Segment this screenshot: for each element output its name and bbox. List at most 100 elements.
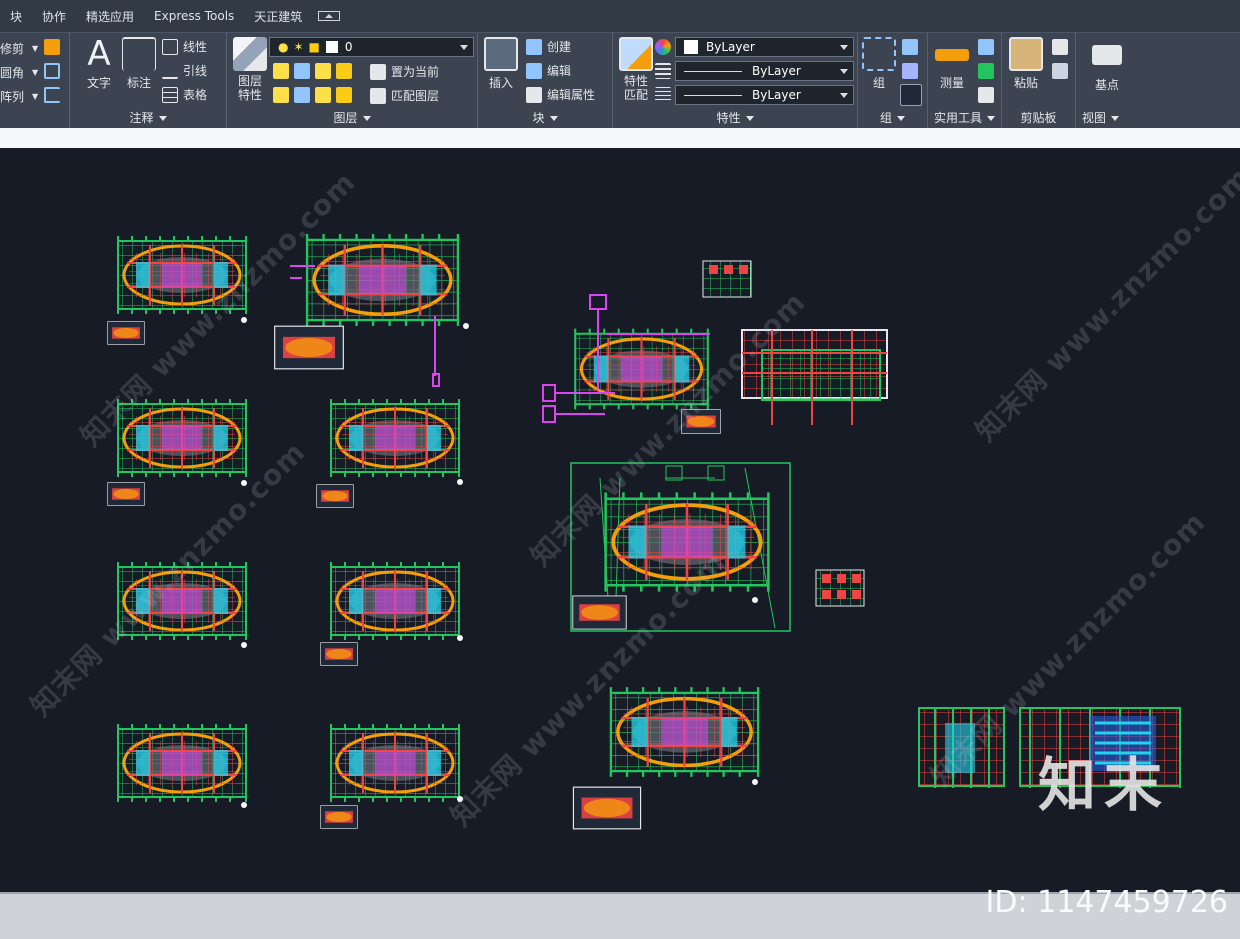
group-selection-icon[interactable]	[900, 84, 922, 106]
layer-isolate-icon[interactable]	[294, 63, 310, 79]
block-panel: 插入 创建 编辑 编辑属性 块	[478, 33, 613, 129]
floor-plan-4[interactable]	[329, 397, 461, 479]
clipboard-icon	[1009, 37, 1043, 71]
measure-button[interactable]: 测量	[932, 37, 972, 91]
layer-freeze-icon[interactable]	[315, 63, 331, 79]
floor-plan-2[interactable]	[305, 232, 460, 328]
color-value: ByLayer	[706, 40, 755, 54]
ungroup-icon[interactable]	[902, 39, 918, 55]
panel-expand-icon	[1111, 116, 1120, 121]
copy-icon[interactable]	[1052, 39, 1068, 55]
lower-plan[interactable]	[572, 686, 760, 830]
set-current-button[interactable]: 置为当前	[370, 63, 439, 80]
insert-button[interactable]: 插入	[482, 37, 520, 91]
block-panel-title[interactable]: 块	[478, 109, 612, 125]
layer-properties-button[interactable]: 图层 特性	[231, 37, 269, 102]
text-button[interactable]: A 文字	[80, 37, 118, 91]
tab-featured-apps[interactable]: 精选应用	[76, 8, 144, 25]
trim-button[interactable]: 修剪 ▼	[0, 40, 38, 57]
layers-panel-title[interactable]: 图层	[227, 109, 477, 125]
match-properties-button[interactable]: 特性 匹配	[617, 37, 655, 102]
floor-plan-6[interactable]	[329, 560, 461, 642]
group-edit-icon[interactable]	[902, 63, 918, 79]
layer-dropdown[interactable]: ● ✶ ■ 0	[269, 37, 474, 57]
tiny-grid-sheet-1[interactable]	[702, 260, 752, 298]
dropdown-icon[interactable]: ▼	[32, 92, 38, 101]
tab-tianzheng-architecture[interactable]: 天正建筑	[244, 8, 312, 25]
layer-off-icon[interactable]	[273, 63, 289, 79]
groups-panel-title[interactable]: 组	[858, 109, 927, 125]
quick-select-icon[interactable]	[978, 63, 994, 79]
array-button[interactable]: 阵列 ▼	[0, 88, 38, 105]
dropdown-icon[interactable]: ▼	[32, 44, 38, 53]
edit-attributes-icon	[526, 86, 542, 103]
thumbnail-5[interactable]	[320, 642, 358, 666]
edit-attributes-button[interactable]: 编辑属性	[526, 86, 595, 103]
layer-unisolate-icon[interactable]	[294, 87, 310, 103]
layer-thaw-icon[interactable]	[315, 87, 331, 103]
group-label: 组	[872, 76, 885, 90]
tiny-grid-sheet-2[interactable]	[815, 569, 865, 607]
color-dropdown[interactable]: ByLayer	[675, 37, 854, 57]
thumbnail-6[interactable]	[320, 805, 358, 829]
linetype-dropdown[interactable]: ByLayer	[675, 61, 854, 81]
ribbon-minimize-icon[interactable]	[318, 11, 341, 21]
layer-lock-icon[interactable]	[336, 63, 352, 79]
cursor-icon[interactable]	[978, 39, 994, 55]
text-label: 文字	[86, 76, 111, 90]
set-current-icon	[370, 63, 386, 80]
pencil-icon[interactable]	[44, 39, 60, 55]
trim-label: 修剪	[0, 42, 25, 56]
tab-block[interactable]: 块	[0, 8, 32, 25]
floor-plan-8[interactable]	[329, 722, 461, 804]
calculator-icon[interactable]	[978, 87, 994, 103]
ribbon-tab-bar: 块 协作 精选应用 Express Tools 天正建筑	[0, 0, 1240, 32]
dropdown-icon[interactable]: ▼	[32, 68, 38, 77]
thumbnail-3[interactable]	[107, 482, 145, 506]
linear-icon	[162, 38, 178, 55]
tab-express-tools[interactable]: Express Tools	[144, 9, 244, 23]
create-block-button[interactable]: 创建	[526, 38, 571, 55]
dimension-button[interactable]: 标注	[120, 37, 158, 91]
base-point-button[interactable]: 基点	[1084, 37, 1130, 93]
offset-icon[interactable]	[44, 87, 60, 103]
cad-drawing-canvas[interactable]: 知末网 www.znzmo.com 知末网 www.znzmo.com 知末网 …	[0, 148, 1240, 892]
dropdown-icon	[460, 45, 468, 50]
table-button[interactable]: 表格	[162, 86, 207, 103]
create-block-icon	[526, 38, 542, 55]
dimension-label: 标注	[126, 76, 151, 90]
utilities-panel-title[interactable]: 实用工具	[928, 109, 1001, 125]
lineweight-icon[interactable]	[655, 87, 671, 103]
clipboard-panel: 粘贴 剪贴板	[1002, 33, 1076, 129]
thumbnail-2[interactable]	[274, 325, 344, 370]
drawing-tab-strip	[0, 128, 1240, 148]
leader-button[interactable]: 引线	[162, 62, 207, 79]
layer-tools-row-2	[273, 87, 357, 103]
match-layer-button[interactable]: 匹配图层	[370, 87, 439, 104]
properties-panel-title[interactable]: 特性	[613, 109, 857, 125]
linetype-icon[interactable]	[655, 63, 671, 79]
thumbnail-1[interactable]	[107, 321, 145, 345]
view-panel-title[interactable]: 视图	[1076, 109, 1240, 125]
annotation-panel-title[interactable]: 注释	[70, 109, 226, 125]
3d-box-icon[interactable]	[44, 63, 60, 79]
copy-clip-icon[interactable]	[1052, 63, 1068, 79]
groups-panel: 组 组	[858, 33, 928, 129]
layer-unlock-icon[interactable]	[336, 87, 352, 103]
linear-button[interactable]: 线性	[162, 38, 207, 55]
leader-icon	[162, 63, 178, 79]
create-block-label: 创建	[547, 40, 572, 54]
panel-expand-icon	[362, 116, 371, 121]
fillet-button[interactable]: 圆角 ▼	[0, 64, 38, 81]
color-wheel-icon[interactable]	[655, 39, 671, 55]
layer-on-icon[interactable]	[273, 87, 289, 103]
lineweight-dropdown[interactable]: ByLayer	[675, 85, 854, 105]
edit-block-button[interactable]: 编辑	[526, 62, 571, 79]
tab-collaborate[interactable]: 协作	[32, 8, 76, 25]
edit-block-icon	[526, 62, 542, 79]
watermark-brand: 知末	[1037, 751, 1170, 819]
floor-plan-7[interactable]	[116, 722, 248, 804]
group-button[interactable]: 组	[862, 37, 896, 91]
thumbnail-4[interactable]	[316, 484, 354, 508]
paste-button[interactable]: 粘贴	[1006, 37, 1046, 91]
